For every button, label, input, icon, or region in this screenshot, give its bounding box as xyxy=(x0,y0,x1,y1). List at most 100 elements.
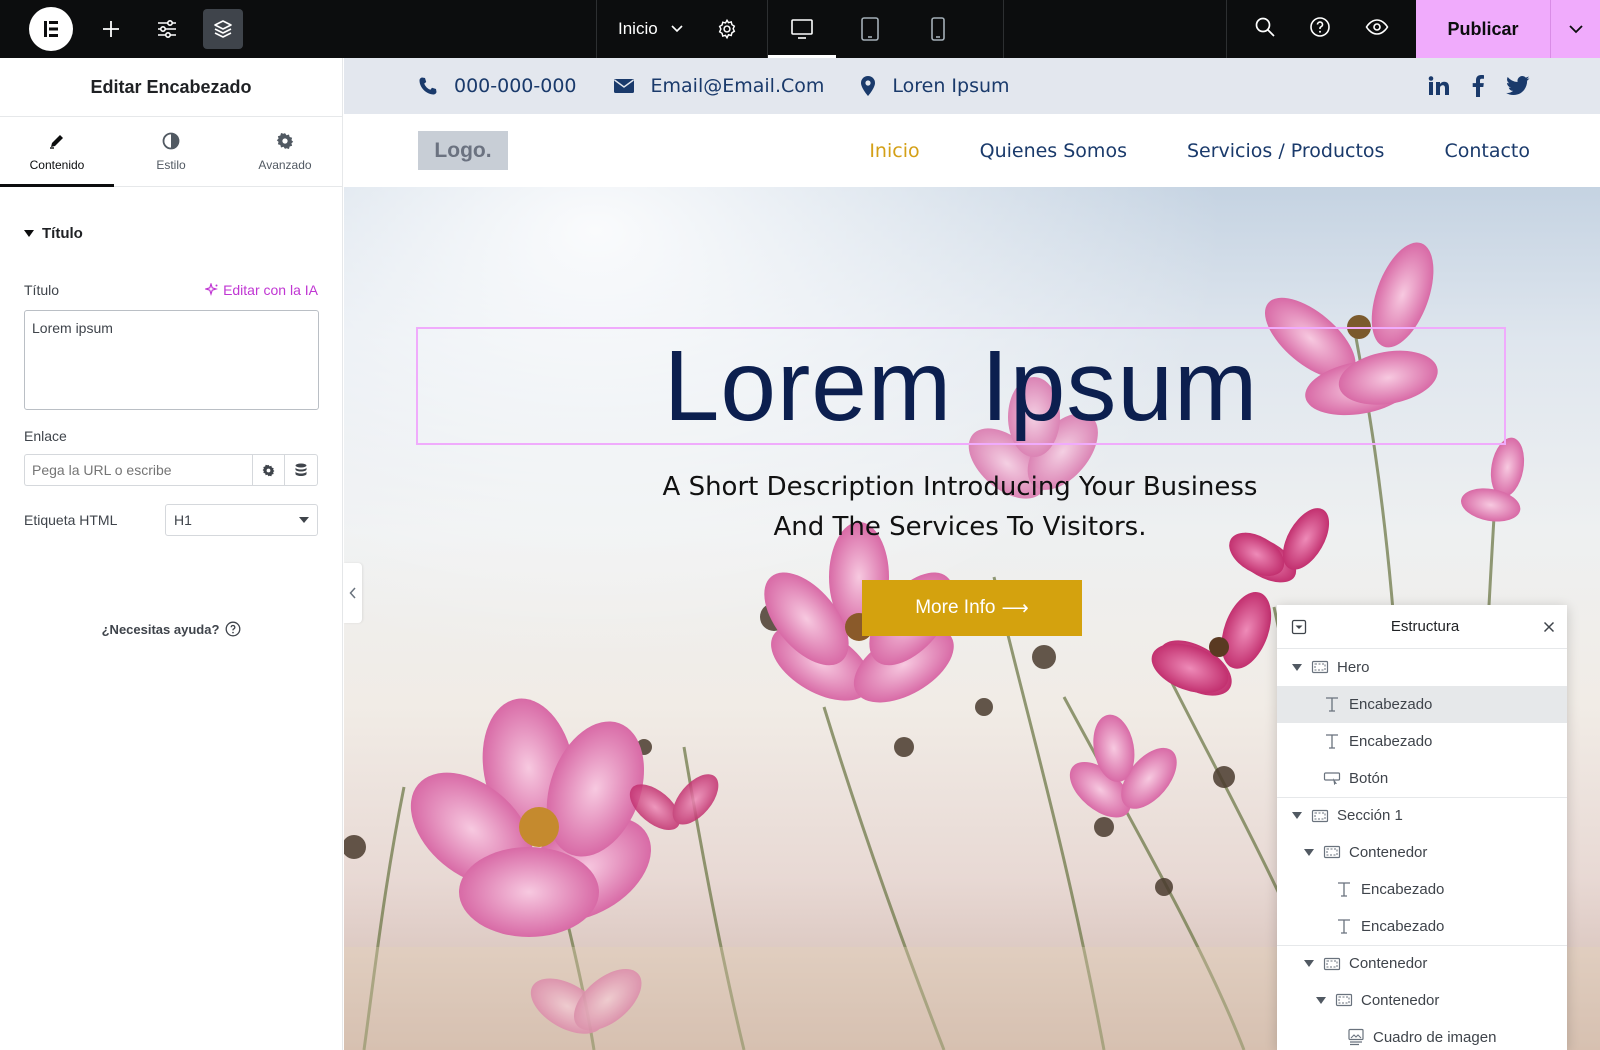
structure-item-label: Cuadro de imagen xyxy=(1373,1028,1497,1046)
eye-icon xyxy=(1365,18,1389,35)
caret-down-icon xyxy=(299,517,309,523)
caret-down-icon xyxy=(24,229,34,237)
caret-down-icon[interactable] xyxy=(1291,663,1303,671)
title-textarea[interactable]: Lorem ipsum xyxy=(24,310,319,410)
tab-contenido[interactable]: Contenido xyxy=(0,117,114,187)
gear-icon xyxy=(718,18,735,40)
nav-item-contacto[interactable]: Contacto xyxy=(1444,140,1530,162)
sparkle-icon xyxy=(205,283,219,296)
structure-item-boton[interactable]: Botón xyxy=(1277,760,1567,797)
html-tag-select[interactable]: H1 xyxy=(165,504,318,536)
contrast-icon xyxy=(162,132,180,149)
link-field-label: Enlace xyxy=(24,428,67,444)
site-settings-button[interactable] xyxy=(147,9,187,49)
twitter-icon[interactable] xyxy=(1506,76,1530,96)
add-element-button[interactable] xyxy=(91,9,131,49)
page-selector[interactable]: Inicio xyxy=(596,0,768,58)
structure-item-contenedor[interactable]: Contenedor xyxy=(1277,834,1567,871)
database-icon xyxy=(295,463,307,476)
nav-item-quienes-somos[interactable]: Quienes Somos xyxy=(980,140,1127,162)
contact-location-text: Loren Ipsum xyxy=(892,75,1010,97)
more-info-button[interactable]: More Info ⟶ xyxy=(862,580,1082,636)
hero-heading-widget[interactable]: Lorem Ipsum xyxy=(416,327,1506,445)
desktop-mode-button[interactable] xyxy=(768,0,836,58)
link-url-input[interactable] xyxy=(24,454,252,486)
edit-with-ai-link[interactable]: Editar con la IA xyxy=(205,282,318,298)
structure-item-encabezado[interactable]: Encabezado xyxy=(1277,908,1567,945)
responsive-mode-switcher xyxy=(768,0,1004,58)
heading-icon xyxy=(1338,882,1350,897)
image-box-icon xyxy=(1348,1028,1364,1046)
site-navbar: Logo. Inicio Quienes Somos Servicios / P… xyxy=(344,114,1600,187)
more-info-label: More Info xyxy=(915,597,996,618)
page-settings-button[interactable] xyxy=(716,18,738,40)
container-icon xyxy=(1335,993,1353,1007)
mobile-mode-button[interactable] xyxy=(904,0,972,58)
publish-button[interactable]: Publicar xyxy=(1416,0,1550,58)
panel-tabs: Contenido Estilo Avanzado xyxy=(0,117,342,187)
arrow-right-icon: ⟶ xyxy=(1001,597,1029,619)
elementor-logo-icon[interactable] xyxy=(29,7,73,51)
contact-location: Loren Ipsum xyxy=(860,75,1010,97)
edit-with-ai-label: Editar con la IA xyxy=(223,282,318,298)
tab-avanzado[interactable]: Avanzado xyxy=(228,117,342,186)
question-circle-icon xyxy=(225,621,241,637)
tab-label: Contenido xyxy=(29,157,85,172)
caret-down-icon[interactable] xyxy=(1315,996,1327,1004)
close-icon[interactable] xyxy=(1543,621,1555,633)
structure-item-hero[interactable]: Hero xyxy=(1277,649,1567,686)
caret-down-icon[interactable] xyxy=(1303,848,1315,856)
structure-toggle-button[interactable] xyxy=(203,9,243,49)
topbar-right-group xyxy=(1226,0,1416,58)
search-button[interactable] xyxy=(1254,16,1276,43)
contact-phone: 000-000-000 xyxy=(418,75,577,97)
structure-item-contenedor[interactable]: Contenedor xyxy=(1277,982,1567,1019)
structure-title: Estructura xyxy=(1390,618,1460,635)
button-icon xyxy=(1323,772,1341,785)
structure-item-label: Encabezado xyxy=(1361,917,1445,935)
link-options-button[interactable] xyxy=(252,454,285,486)
link-field-row xyxy=(24,454,318,486)
hero-description-line: A Short Description Introducing Your Bus… xyxy=(662,472,1258,502)
html-tag-label: Etiqueta HTML xyxy=(24,512,118,528)
publish-options-button[interactable] xyxy=(1550,0,1600,58)
nav-item-inicio[interactable]: Inicio xyxy=(869,140,919,162)
contact-email-text: Email@Email.Com xyxy=(650,75,825,97)
chevron-left-icon xyxy=(348,587,356,599)
section-toggle-titulo[interactable]: Título xyxy=(24,225,342,242)
phone-icon xyxy=(419,77,437,95)
editor-panel: Editar Encabezado Contenido Estilo Avanz… xyxy=(0,58,343,1050)
structure-item-label: Hero xyxy=(1337,658,1370,676)
collapse-all-icon[interactable] xyxy=(1291,619,1307,635)
help-text: ¿Necesitas ayuda? xyxy=(101,621,220,637)
collapse-panel-button[interactable] xyxy=(343,563,362,623)
envelope-icon xyxy=(613,79,634,93)
help-link[interactable]: ¿Necesitas ayuda? xyxy=(0,621,343,637)
tablet-mode-button[interactable] xyxy=(836,0,904,58)
container-icon xyxy=(1323,845,1341,859)
structure-item-cuadro-de-imagen[interactable]: Cuadro de imagen xyxy=(1277,1019,1567,1050)
structure-item-seccion-1[interactable]: Sección 1 xyxy=(1277,797,1567,834)
tablet-icon xyxy=(861,17,879,41)
chevron-down-icon xyxy=(1568,25,1583,34)
hero-description[interactable]: A Short Description Introducing Your Bus… xyxy=(344,467,1576,547)
structure-item-label: Encabezado xyxy=(1349,732,1433,750)
structure-panel: Estructura Hero Encabezado Encabezado Bo… xyxy=(1277,605,1567,1050)
tab-estilo[interactable]: Estilo xyxy=(114,117,228,186)
caret-down-icon[interactable] xyxy=(1303,960,1315,967)
structure-item-encabezado[interactable]: Encabezado xyxy=(1277,871,1567,908)
dynamic-tags-button[interactable] xyxy=(285,454,318,486)
structure-item-encabezado[interactable]: Encabezado xyxy=(1277,723,1567,760)
linkedin-icon[interactable] xyxy=(1428,76,1450,96)
map-pin-icon xyxy=(861,76,876,96)
structure-item-contenedor[interactable]: Contenedor xyxy=(1277,945,1567,982)
help-button[interactable] xyxy=(1309,16,1331,43)
facebook-icon[interactable] xyxy=(1472,75,1484,97)
nav-item-servicios[interactable]: Servicios / Productos xyxy=(1187,140,1384,162)
structure-item-encabezado[interactable]: Encabezado xyxy=(1277,686,1567,723)
panel-title: Editar Encabezado xyxy=(0,58,342,117)
structure-item-label: Encabezado xyxy=(1361,880,1445,898)
caret-down-icon[interactable] xyxy=(1291,812,1303,819)
preview-button[interactable] xyxy=(1365,18,1389,41)
site-logo[interactable]: Logo. xyxy=(418,131,508,170)
